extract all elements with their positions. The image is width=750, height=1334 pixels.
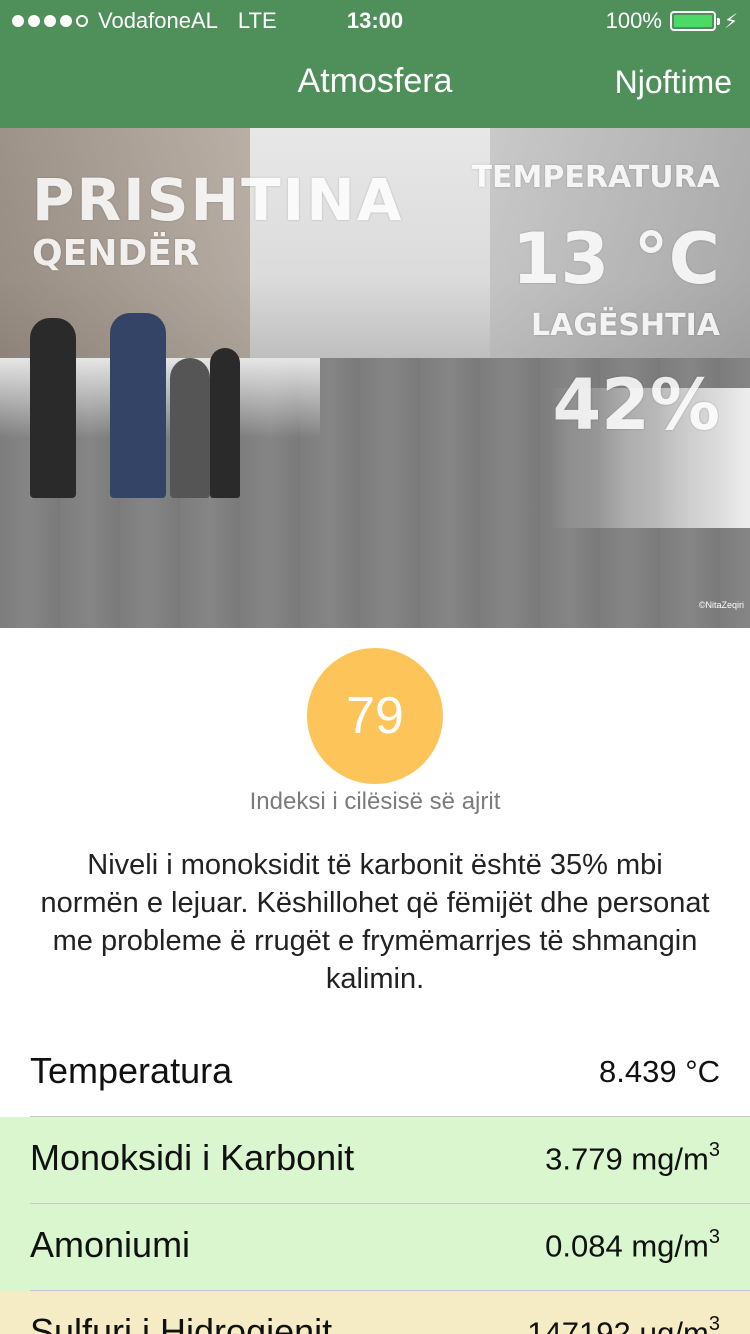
status-bar: VodafoneAL LTE 13:00 100% ⚡	[0, 0, 750, 40]
temperature-label: TEMPERATURA	[471, 160, 720, 195]
measurements-list: Temperatura 8.439 °C Monoksidi i Karboni…	[0, 1030, 750, 1334]
navigation-bar: VodafoneAL LTE 13:00 100% ⚡ Atmosfera Nj…	[0, 0, 750, 128]
measurement-name: Monoksidi i Karbonit	[30, 1137, 355, 1178]
city-hero-image: PRISHTINA QENDËR TEMPERATURA 13 °C LAGËS…	[0, 128, 750, 628]
measurement-value: 0.084 mg/m3	[545, 1226, 720, 1264]
aqi-badge: 79	[307, 648, 443, 784]
measurement-row-hydrogen-sulfide[interactable]: Sulfuri i Hidrogjenit 147192 μg/m3	[0, 1291, 750, 1334]
measurement-row-carbon-monoxide[interactable]: Monoksidi i Karbonit 3.779 mg/m3	[0, 1117, 750, 1204]
measurement-name: Amoniumi	[30, 1224, 191, 1265]
humidity-value: 42%	[552, 364, 720, 446]
notifications-button[interactable]: Njoftime	[615, 64, 732, 101]
photo-credit: ©NitaZeqiri	[698, 600, 744, 610]
measurement-value: 3.779 mg/m3	[545, 1139, 720, 1177]
aqi-label: Indeksi i cilësisë së ajrit	[249, 788, 501, 815]
humidity-label: LAGËSHTIA	[530, 308, 720, 343]
battery-icon	[669, 11, 720, 31]
measurement-row-temperature[interactable]: Temperatura 8.439 °C	[0, 1030, 750, 1117]
measurement-name: Temperatura	[30, 1050, 233, 1091]
measurement-name: Sulfuri i Hidrogjenit	[30, 1311, 333, 1334]
city-name: PRISHTINA	[32, 166, 404, 234]
pedestrians	[10, 308, 250, 498]
battery-percent: 100%	[605, 8, 662, 33]
measurement-value: 8.439 °C	[599, 1054, 720, 1089]
district-name: QENDËR	[32, 233, 200, 274]
charging-icon: ⚡	[723, 10, 738, 33]
status-right: 100% ⚡	[606, 8, 738, 34]
measurement-row-ammonium[interactable]: Amoniumi 0.084 mg/m3	[0, 1204, 750, 1291]
measurement-value: 147192 μg/m3	[527, 1313, 720, 1334]
health-advice: Niveli i monoksidit të karbonit është 35…	[40, 849, 710, 995]
temperature-value: 13 °C	[511, 218, 720, 300]
